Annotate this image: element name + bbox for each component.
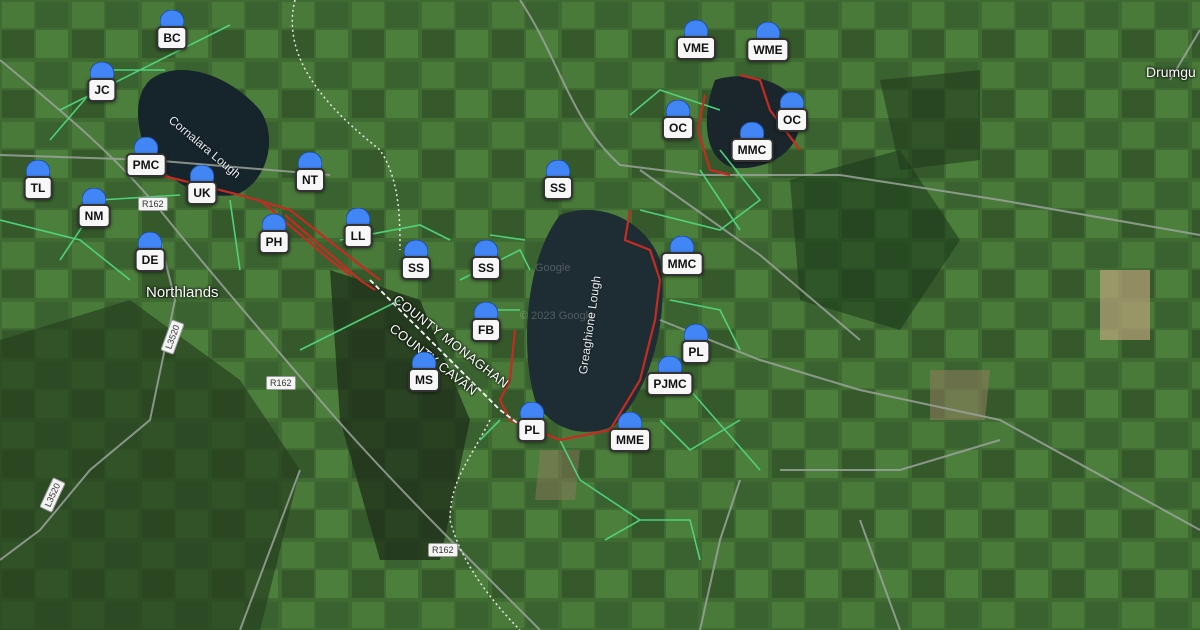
map-marker-ss2[interactable]: SS — [536, 160, 580, 216]
map-marker-pjmc[interactable]: PJMC — [646, 356, 694, 412]
map-marker-ph[interactable]: PH — [252, 214, 296, 270]
map-marker-ss1[interactable]: SS — [394, 240, 438, 296]
map-marker-oc2[interactable]: OC — [770, 92, 814, 148]
map-watermark: Google — [535, 262, 571, 274]
map-marker-wme[interactable]: WME — [746, 22, 790, 78]
map-marker-label: SS — [542, 176, 574, 200]
map-marker-pl2[interactable]: PL — [510, 402, 554, 458]
map-marker-label: NT — [295, 168, 325, 192]
map-watermark: © 2023 Google — [520, 310, 595, 322]
map-marker-label: PJMC — [646, 372, 694, 396]
map-marker-label: SS — [470, 256, 502, 280]
map-marker-label: VME — [675, 36, 717, 60]
map-marker-label: JC — [87, 78, 117, 102]
map-marker-label: MME — [609, 428, 651, 452]
map-marker-de[interactable]: DE — [128, 232, 172, 288]
map-marker-label: UK — [186, 181, 218, 205]
map-marker-ms[interactable]: MS — [402, 352, 446, 408]
map-marker-label: OC — [776, 108, 808, 132]
map-marker-nm[interactable]: NM — [72, 188, 116, 244]
place-label-drumgu: Drumgu — [1146, 64, 1196, 80]
map-marker-jc[interactable]: JC — [80, 62, 124, 118]
map-marker-bc[interactable]: BC — [150, 10, 194, 66]
satellite-background — [0, 0, 1200, 630]
map-marker-label: OC — [662, 116, 694, 140]
map-marker-fb[interactable]: FB — [464, 302, 508, 358]
map-marker-label: SS — [400, 256, 432, 280]
road-label-r162: R162 — [138, 197, 168, 211]
road-label-r162: R162 — [266, 376, 296, 390]
map-marker-label: FB — [471, 318, 501, 342]
map-view[interactable]: Northlands Drumgu Cornalara Lough Greagh… — [0, 0, 1200, 630]
map-marker-label: PMC — [125, 153, 167, 177]
map-marker-mmc2[interactable]: MMC — [660, 236, 704, 292]
map-marker-pmc[interactable]: PMC — [124, 137, 168, 193]
map-marker-ss3[interactable]: SS — [464, 240, 508, 296]
map-marker-label: DE — [134, 248, 166, 272]
map-marker-label: PL — [517, 418, 547, 442]
map-marker-nt[interactable]: NT — [288, 152, 332, 208]
map-marker-ll[interactable]: LL — [336, 208, 380, 264]
map-marker-oc1[interactable]: OC — [656, 100, 700, 156]
map-marker-vme[interactable]: VME — [674, 20, 718, 76]
map-marker-label: BC — [156, 26, 188, 50]
map-marker-uk[interactable]: UK — [180, 165, 224, 221]
map-marker-label: MMC — [730, 138, 774, 162]
map-marker-label: WME — [746, 38, 790, 62]
map-marker-label: PH — [258, 230, 290, 254]
map-marker-label: LL — [343, 224, 373, 248]
map-marker-label: MMC — [660, 252, 704, 276]
map-marker-mme[interactable]: MME — [608, 412, 652, 468]
road-label-r162: R162 — [428, 543, 458, 557]
map-marker-tl[interactable]: TL — [16, 160, 60, 216]
map-marker-mmc1[interactable]: MMC — [730, 122, 774, 178]
map-marker-label: TL — [23, 176, 53, 200]
map-marker-label: NM — [77, 204, 111, 228]
map-marker-label: MS — [408, 368, 440, 392]
